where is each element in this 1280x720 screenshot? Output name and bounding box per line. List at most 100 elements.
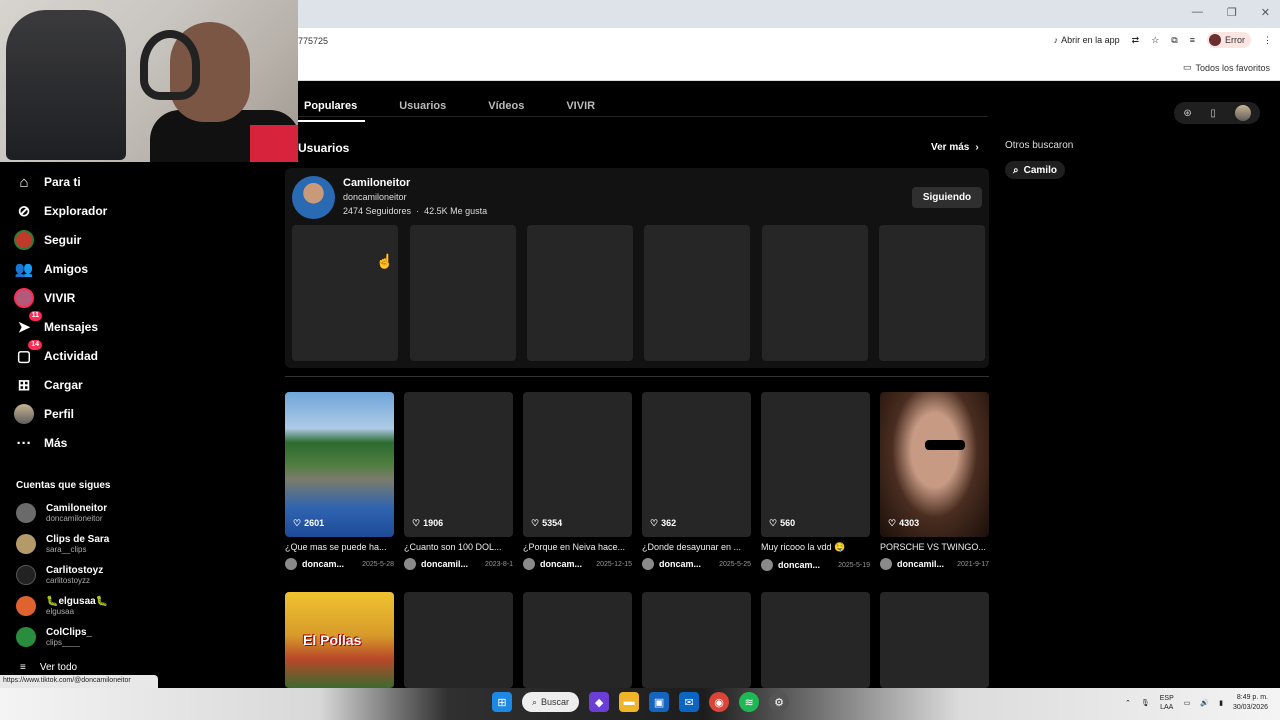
device-icon[interactable]: ▯ xyxy=(1210,108,1216,119)
video-thumbnail[interactable] xyxy=(880,592,989,688)
video-card[interactable]: ♡ 5354 ¿Porque en Neiva hace... doncam...… xyxy=(523,392,632,570)
video-card[interactable] xyxy=(523,592,632,688)
sidebar-item-perfil[interactable]: Perfil xyxy=(14,404,74,424)
volume-icon[interactable]: 🔊 xyxy=(1200,699,1209,707)
video-thumbnail[interactable]: El Pollas xyxy=(285,592,394,688)
windows-start-icon[interactable]: ⊞ xyxy=(492,692,512,712)
star-icon[interactable]: ☆ xyxy=(1151,35,1159,46)
sidebar-item-explorador[interactable]: ⊘ Explorador xyxy=(14,201,108,221)
messages-badge: 11 xyxy=(28,311,42,321)
video-caption[interactable]: ¿Que mas se puede ha... xyxy=(285,542,394,552)
microphone-icon[interactable]: 🎙 xyxy=(1141,699,1150,707)
video-thumbnail[interactable]: ♡ 1906 xyxy=(404,392,513,537)
minimize-icon[interactable]: — xyxy=(1192,6,1203,19)
following-accounts-title: Cuentas que sigues xyxy=(16,480,111,491)
video-thumbnail[interactable] xyxy=(404,592,513,688)
language-indicator[interactable]: ESP LAA xyxy=(1160,694,1174,712)
user-video-thumb[interactable] xyxy=(292,225,398,361)
user-video-thumb[interactable] xyxy=(527,225,633,361)
user-video-thumb[interactable] xyxy=(879,225,985,361)
profile-error-button[interactable]: Error xyxy=(1207,32,1251,48)
video-card[interactable]: ♡ 560 Muy ricooo la vdd 🤤 doncam... 2025-5… xyxy=(761,392,870,571)
video-thumbnail[interactable]: ♡ 5354 xyxy=(523,392,632,537)
chrome-icon[interactable]: ◉ xyxy=(709,692,730,712)
video-card[interactable]: ♡ 1906 ¿Cuanto son 100 DOL... doncamil...… xyxy=(404,392,513,570)
video-thumbnail[interactable] xyxy=(523,592,632,688)
copilot-icon[interactable]: ◆ xyxy=(589,692,610,712)
spotify-icon[interactable]: ≋ xyxy=(739,692,760,712)
video-thumbnail[interactable] xyxy=(642,592,751,688)
address-bar[interactable]: 775725 ♪ Abrir en la app ⇄ ☆ ⧉ ≡ Error ⋮ xyxy=(298,28,1280,55)
following-account[interactable]: Carlitostoyz carlitostoyzz xyxy=(16,565,103,585)
tab-usuarios[interactable]: Usuarios xyxy=(393,98,454,122)
video-caption[interactable]: ¿Donde desayunar en ... xyxy=(642,542,751,552)
video-thumbnail[interactable]: ♡ 2601 xyxy=(285,392,394,537)
sidebar-item-amigos[interactable]: 👥 Amigos xyxy=(14,259,88,279)
video-card[interactable]: ♡ 362 ¿Donde desayunar en ... doncam... 20… xyxy=(642,392,751,570)
video-card[interactable] xyxy=(404,592,513,688)
network-icon[interactable]: ▭ xyxy=(1184,699,1191,707)
battery-icon[interactable]: ▮ xyxy=(1219,699,1223,707)
video-caption[interactable]: Muy ricooo la vdd 🤤 xyxy=(761,542,870,553)
search-tabs: Populares Usuarios Vídeos VIVIR xyxy=(298,98,631,122)
sidebar-item-mas[interactable]: ··· Más xyxy=(14,433,68,453)
tab-search-icon[interactable]: ≡ xyxy=(1190,35,1195,45)
tab-videos[interactable]: Vídeos xyxy=(482,98,532,122)
following-button[interactable]: Siguiendo xyxy=(912,187,982,208)
file-explorer-icon[interactable]: ▬ xyxy=(619,692,640,712)
video-card[interactable] xyxy=(642,592,751,688)
following-account[interactable]: Clips de Sara sara__clips xyxy=(16,534,109,554)
see-more-link[interactable]: Ver más › xyxy=(931,142,979,153)
see-all-button[interactable]: ≡ Ver todo xyxy=(20,662,77,673)
video-thumbnail[interactable]: ♡ 560 xyxy=(761,392,870,537)
following-account[interactable]: Camiloneitor doncamiloneitor xyxy=(16,503,107,523)
sunglasses-graphic xyxy=(925,440,965,450)
extensions-icon[interactable]: ⧉ xyxy=(1171,35,1177,46)
sidebar-item-para-ti[interactable]: ⌂ Para ti xyxy=(14,172,80,192)
tab-populares[interactable]: Populares xyxy=(298,98,366,122)
video-caption[interactable]: ¿Cuanto son 100 DOL... xyxy=(404,542,513,552)
video-card[interactable]: El Pollas xyxy=(285,592,394,688)
user-name[interactable]: Camiloneitor xyxy=(343,177,410,189)
steam-icon[interactable]: ⚙ xyxy=(769,692,790,712)
video-card[interactable]: ♡ 4303 PORSCHE VS TWINGO... doncamil... 20… xyxy=(880,392,989,570)
sidebar-item-vivir[interactable]: VIVIR xyxy=(14,288,75,308)
user-video-thumb[interactable] xyxy=(410,225,516,361)
open-in-app-button[interactable]: ♪ Abrir en la app xyxy=(1054,35,1120,45)
video-card[interactable]: ♡ 2601 ¿Que mas se puede ha... doncam... 2… xyxy=(285,392,394,570)
video-card[interactable] xyxy=(761,592,870,688)
taskbar-search[interactable]: ⌕ Buscar xyxy=(522,692,580,712)
chevron-up-icon[interactable]: ⌃ xyxy=(1125,699,1131,707)
translate-icon[interactable]: ⇄ xyxy=(1132,35,1140,46)
sidebar-item-mensajes[interactable]: ➤ 11 Mensajes xyxy=(14,311,98,337)
user-video-thumb[interactable] xyxy=(762,225,868,361)
url-text[interactable]: 775725 xyxy=(298,36,328,46)
sidebar-item-seguir[interactable]: Seguir xyxy=(14,230,81,250)
video-thumbnail[interactable]: ♡ 362 xyxy=(642,392,751,537)
video-caption[interactable]: PORSCHE VS TWINGO... xyxy=(880,542,989,552)
user-avatar[interactable] xyxy=(1234,105,1251,121)
avatar[interactable] xyxy=(292,176,335,219)
menu-icon[interactable]: ⋮ xyxy=(1263,35,1272,46)
user-video-thumb[interactable] xyxy=(644,225,750,361)
following-account[interactable]: ColClips_ clips____ xyxy=(16,627,92,647)
section-divider xyxy=(285,376,989,377)
maximize-icon[interactable]: ❐ xyxy=(1227,6,1237,19)
mail-icon[interactable]: ✉ xyxy=(679,692,700,712)
clock[interactable]: 8:49 p. m. 30/03/2026 xyxy=(1233,693,1268,713)
video-card[interactable] xyxy=(880,592,989,688)
close-icon[interactable]: ✕ xyxy=(1261,6,1270,19)
sidebar-item-actividad[interactable]: ▢ 14 Actividad xyxy=(14,340,98,366)
settings-icon[interactable]: ⊛ xyxy=(1183,108,1191,119)
related-search-chip[interactable]: ⌕ Camilo xyxy=(1005,161,1065,179)
video-thumbnail[interactable] xyxy=(761,592,870,688)
tab-vivir[interactable]: VIVIR xyxy=(560,98,603,122)
store-icon[interactable]: ▣ xyxy=(649,692,670,712)
video-thumbnail[interactable]: ♡ 4303 xyxy=(880,392,989,537)
video-caption[interactable]: ¿Porque en Neiva hace... xyxy=(523,542,632,552)
sidebar-item-cargar[interactable]: ⊞ Cargar xyxy=(14,375,83,395)
gaming-chair xyxy=(6,10,126,160)
all-favorites-button[interactable]: ▭ Todos los favoritos xyxy=(1183,62,1270,73)
friends-icon: 👥 xyxy=(14,261,34,278)
following-account[interactable]: 🐛elgusaa🐛 elgusaa xyxy=(16,596,108,616)
